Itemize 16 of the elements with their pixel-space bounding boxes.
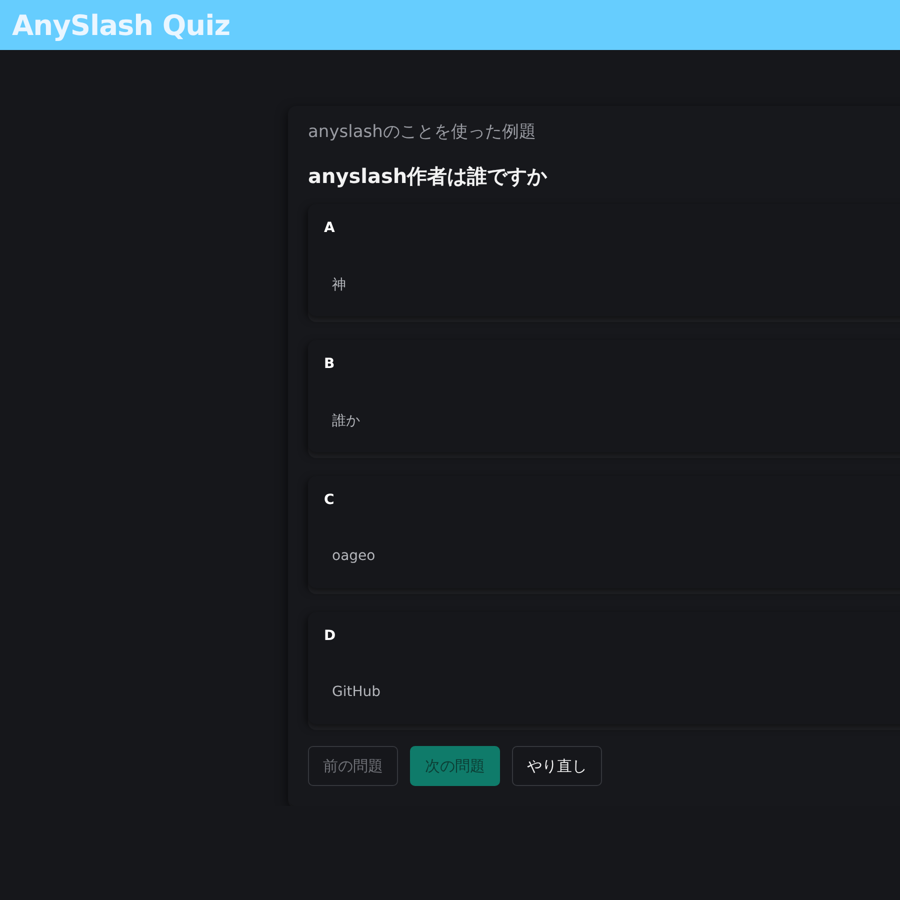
question-text: anyslash作者は誰ですか — [308, 163, 548, 190]
answer-option[interactable]: A 神 — [308, 204, 900, 316]
answer-option[interactable]: B 誰か — [308, 340, 900, 452]
option-text: 神 — [331, 276, 347, 294]
answer-option[interactable]: D GitHub — [308, 612, 900, 724]
option-letter: D — [324, 628, 337, 644]
option-text: 誰か — [331, 412, 361, 430]
option-letter: A — [324, 220, 336, 236]
option-letter: C — [324, 492, 336, 508]
quiz-category: anyslashのことを使った例題 — [308, 121, 537, 143]
option-text: oageo — [331, 548, 376, 564]
nav-button[interactable]: やり直し — [512, 746, 602, 786]
option-text: GitHub — [331, 684, 382, 700]
option-letter: B — [324, 356, 336, 372]
answer-option[interactable]: C oageo — [308, 476, 900, 588]
app-title: AnySlash Quiz — [12, 8, 230, 42]
